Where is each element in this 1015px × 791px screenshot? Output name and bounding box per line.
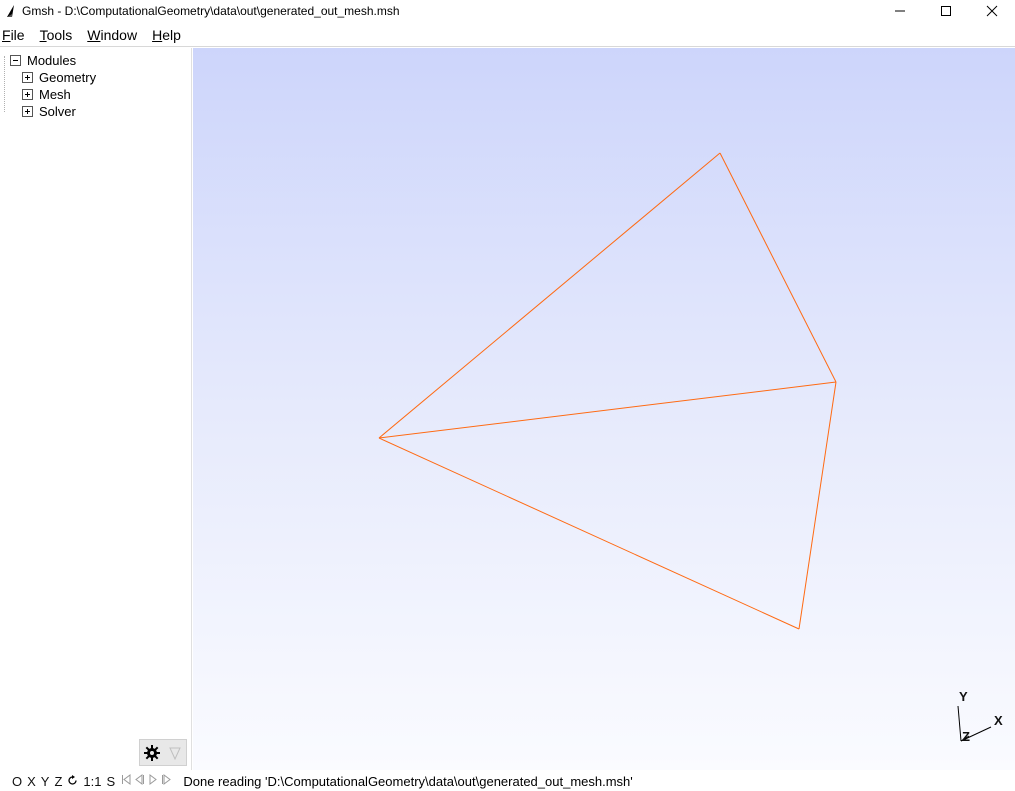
menu-tools[interactable]: Tools [38,27,80,43]
collapse-panel-button[interactable] [164,740,186,765]
tree-item-label: Modules [27,53,77,68]
axis-x-label: X [994,713,1003,728]
view-y-button[interactable]: Y [41,774,50,789]
menu-tools-label: ools [46,27,73,43]
close-icon [986,5,998,17]
expand-icon[interactable] [22,72,33,83]
maximize-button[interactable] [923,0,969,22]
play-icon[interactable] [149,774,158,785]
menu-window-label: indow [100,27,138,43]
expand-icon[interactable] [22,106,33,117]
axis-z-label: Z [962,729,970,744]
view-x-button[interactable]: X [27,774,36,789]
menu-file[interactable]: File [0,27,32,43]
mesh-edge [378,152,721,439]
tree-connector [4,56,5,112]
status-bar: O X Y Z 1:1 S Done reading 'D:\Computati… [0,771,1015,791]
tree-item-modules[interactable]: Modules [10,52,76,69]
tree-item-label: Mesh [39,87,71,102]
tree-item-label: Geometry [39,70,97,85]
title-bar: Gmsh - D:\ComputationalGeometry\data\out… [0,0,1015,22]
mesh-edge [798,381,837,630]
rotate-icon [68,774,78,785]
scale-one-button[interactable]: 1:1 [83,774,101,789]
tree-item-mesh[interactable]: Mesh [22,86,71,103]
menu-file-accel: F [2,27,11,43]
maximize-icon [941,6,951,16]
next-frame-icon[interactable] [161,774,172,785]
window-controls [877,0,1015,22]
close-button[interactable] [969,0,1015,22]
tree-item-geometry[interactable]: Geometry [22,69,96,86]
tree-item-label: Solver [39,104,76,119]
first-frame-icon[interactable] [121,774,131,785]
select-button[interactable]: S [107,774,116,789]
mesh-wireframe [378,152,837,630]
mesh-edge [378,381,837,439]
menu-help[interactable]: Help [150,27,188,43]
mesh-edge [378,437,800,630]
collapse-icon[interactable] [10,55,21,66]
options-button[interactable] [140,740,164,765]
triangle-down-icon [169,747,181,760]
menu-help-accel: H [152,27,163,43]
gear-icon [144,744,160,761]
module-tree: Modules Geometry Mesh Solver [0,48,192,770]
prev-frame-icon[interactable] [135,774,145,785]
menu-window[interactable]: Window [85,27,144,43]
mesh-canvas[interactable]: Y X Z [193,48,1015,770]
menu-help-label: elp [162,27,181,43]
axes-indicator: Y X Z [957,689,1003,744]
animation-controls [121,774,172,788]
view-origin-button[interactable]: O [12,774,22,789]
minimize-icon [895,10,905,12]
graphics-viewport[interactable]: Y X Z [193,48,1015,770]
menu-tools-accel: T [39,27,47,43]
window-title: Gmsh - D:\ComputationalGeometry\data\out… [22,4,400,18]
expand-icon[interactable] [22,89,33,100]
rotate-button[interactable] [67,774,78,789]
mesh-edge [719,152,837,383]
view-z-button[interactable]: Z [54,774,62,789]
tree-item-solver[interactable]: Solver [22,103,76,120]
menu-window-accel: W [87,27,101,43]
gmsh-logo-icon [0,0,22,22]
menu-bar: File Tools Window Help [0,24,1015,47]
menu-file-label: ile [10,27,25,43]
minimize-button[interactable] [877,0,923,22]
tree-toolbar [139,739,187,766]
status-message: Done reading 'D:\ComputationalGeometry\d… [183,773,633,789]
axis-y-label: Y [959,689,968,704]
